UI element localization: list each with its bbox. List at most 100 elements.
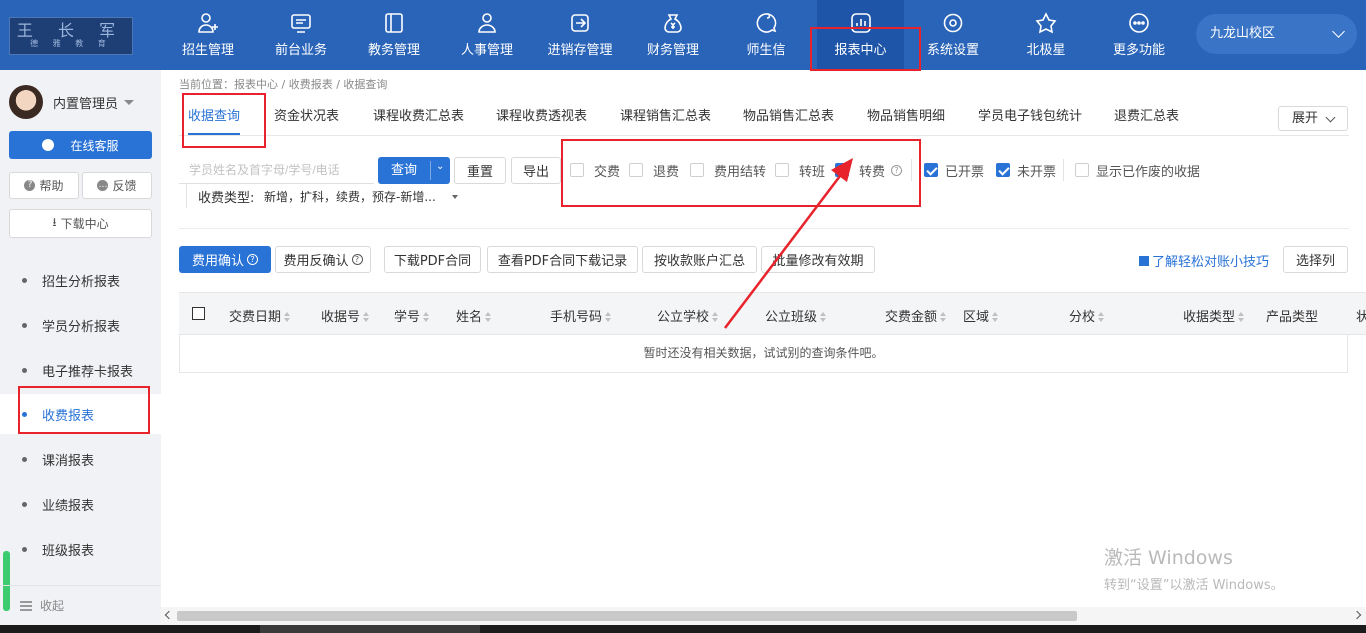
tab-refund-summary[interactable]: 退费汇总表 xyxy=(1114,100,1179,135)
choose-columns-button[interactable]: 选择列 xyxy=(1283,246,1348,273)
logo-text-1: 王 长 军 xyxy=(16,21,126,40)
help-button[interactable]: ? 帮助 xyxy=(9,172,79,199)
column-header[interactable]: 交费日期 xyxy=(229,306,291,325)
tab-fund-status[interactable]: 资金状况表 xyxy=(274,100,339,135)
nav-item-finance[interactable]: 财务管理 xyxy=(631,0,715,70)
empty-state-message: 暂时还没有相关数据，试试别的查询条件吧。 xyxy=(179,335,1348,373)
double-chevron-down-icon[interactable]: ⌄ xyxy=(436,161,446,173)
filter-invoiced-checkbox[interactable]: 已开票 xyxy=(924,161,984,180)
column-header[interactable]: 区域 xyxy=(963,306,999,325)
collapse-sidebar-button[interactable]: 收起 xyxy=(0,585,161,625)
scroll-left-icon[interactable] xyxy=(164,610,174,620)
brand-logo[interactable]: 王 长 军 德 雅 教 育 xyxy=(9,17,133,55)
nav-item-inventory[interactable]: 进销存管理 xyxy=(538,0,622,70)
sidebar-item-label: 电子推荐卡报表 xyxy=(42,364,134,380)
nav-label: 人事管理 xyxy=(460,43,513,58)
tab-course-fee-pivot[interactable]: 课程收费透视表 xyxy=(496,100,587,135)
sort-icon xyxy=(1098,312,1105,322)
column-header[interactable]: 学号 xyxy=(394,306,430,325)
expand-tabs-button[interactable]: 展开 xyxy=(1278,106,1348,131)
reconciliation-tips-link[interactable]: 了解轻松对账小技巧 xyxy=(1139,251,1269,270)
user-menu[interactable]: 内置管理员 xyxy=(9,85,135,119)
column-header[interactable]: 收据号 xyxy=(321,306,370,325)
column-header[interactable]: 收据类型 xyxy=(1183,306,1245,325)
breadcrumb: 当前位置：报表中心 / 收费报表 / 收据查询 xyxy=(179,78,388,91)
tab-course-fee-summary[interactable]: 课程收费汇总表 xyxy=(373,100,464,135)
export-button[interactable]: 导出 xyxy=(511,157,561,184)
column-header[interactable]: 手机号码 xyxy=(550,306,612,325)
column-header[interactable]: 产品类型 xyxy=(1266,306,1318,325)
horizontal-scrollbar[interactable] xyxy=(161,607,1366,625)
column-label: 学号 xyxy=(394,310,421,325)
receipt-type-select[interactable]: 新增，扩科，续费，预存-新增... xyxy=(264,186,458,208)
sort-icon xyxy=(605,312,612,322)
sidebar-item-enrollment-analysis[interactable]: 招生分析报表 xyxy=(0,260,161,300)
column-label: 公立学校 xyxy=(657,310,710,325)
fee-unconfirm-button[interactable]: 费用反确认 ? xyxy=(275,246,371,273)
sort-icon xyxy=(423,312,430,322)
scroll-right-icon[interactable] xyxy=(1352,610,1362,620)
chat-bubble-icon xyxy=(42,139,55,151)
column-label: 收据号 xyxy=(321,310,361,325)
scrollbar-thumb[interactable] xyxy=(177,611,1077,621)
sidebar-item-label: 课消报表 xyxy=(42,453,95,469)
column-header[interactable]: 公立学校 xyxy=(657,306,719,325)
sidebar-item-referral-card[interactable]: 电子推荐卡报表 xyxy=(0,350,161,390)
download-center-button[interactable]: ⭳ 下载中心 xyxy=(9,209,152,238)
tab-wallet-stats[interactable]: 学员电子钱包统计 xyxy=(978,100,1082,135)
pdf-download-log-button[interactable]: 查看PDF合同下载记录 xyxy=(487,246,638,273)
divider xyxy=(186,184,187,208)
watermark-title: 激活 Windows xyxy=(1104,547,1233,569)
sidebar-item-student-analysis[interactable]: 学员分析报表 xyxy=(0,305,161,345)
caret-down-icon xyxy=(124,99,135,105)
column-header[interactable]: 姓名 xyxy=(456,306,492,325)
nav-item-polaris[interactable]: 北极星 xyxy=(1004,0,1088,70)
fee-confirm-button[interactable]: 费用确认 ? xyxy=(179,246,271,273)
nav-item-academics[interactable]: 教务管理 xyxy=(352,0,436,70)
sidebar: 内置管理员 在线客服 ? 帮助 … 反馈 ⭳ 下载中心 招生分析报表 学员分析报… xyxy=(0,70,161,625)
feedback-button[interactable]: … 反馈 xyxy=(82,172,152,199)
help-icon: ? xyxy=(351,254,363,265)
feedback-label: 反馈 xyxy=(112,179,137,193)
column-header[interactable]: 分校 xyxy=(1069,306,1105,325)
windows-activation-watermark: 激活 Windows 转到“设置”以激活 Windows。 xyxy=(1104,543,1284,593)
divider xyxy=(1063,159,1064,181)
chat-icon xyxy=(756,13,777,33)
fee-confirm-label: 费用确认 xyxy=(191,254,244,269)
filter-not-invoiced-checkbox[interactable]: 未开票 xyxy=(996,161,1056,180)
annotation-box-fee-reports xyxy=(18,386,150,434)
tips-label: 了解轻松对账小技巧 xyxy=(1152,255,1270,270)
column-header[interactable]: 状 xyxy=(1356,306,1366,325)
menu-icon xyxy=(20,600,32,611)
reset-button[interactable]: 重置 xyxy=(454,157,506,184)
tab-item-sales-detail[interactable]: 物品销售明细 xyxy=(867,100,945,135)
campus-selector[interactable]: 九龙山校区 xyxy=(1196,14,1357,54)
bullet-icon xyxy=(22,323,27,328)
nav-item-more[interactable]: 更多功能 xyxy=(1097,0,1181,70)
taskbar-app[interactable] xyxy=(260,625,480,633)
column-header[interactable]: 交费金额 xyxy=(885,306,947,325)
nav-item-hr[interactable]: 人事管理 xyxy=(445,0,529,70)
sidebar-item-consumption[interactable]: 课消报表 xyxy=(0,439,161,479)
annotation-box-reports-nav xyxy=(810,27,921,71)
bullet-icon xyxy=(22,547,27,552)
checkbox-checked-icon xyxy=(996,163,1010,177)
nav-item-messaging[interactable]: 师生信 xyxy=(724,0,808,70)
monitor-icon xyxy=(291,14,311,33)
query-button[interactable]: 查询 ⌄ xyxy=(378,157,450,184)
nav-item-settings[interactable]: 系统设置 xyxy=(911,0,995,70)
online-service-button[interactable]: 在线客服 xyxy=(9,131,152,159)
nav-item-enrollment[interactable]: 招生管理 xyxy=(166,0,250,70)
sort-icon xyxy=(1238,312,1245,322)
student-search-input[interactable] xyxy=(179,156,374,184)
column-label: 收据类型 xyxy=(1183,310,1236,325)
column-label: 姓名 xyxy=(456,310,483,325)
download-pdf-button[interactable]: 下载PDF合同 xyxy=(384,246,481,273)
select-all-checkbox[interactable] xyxy=(192,307,205,320)
sidebar-item-performance[interactable]: 业绩报表 xyxy=(0,484,161,524)
filter-show-voided-checkbox[interactable]: 显示已作废的收据 xyxy=(1075,161,1200,180)
sidebar-item-class[interactable]: 班级报表 xyxy=(0,529,161,569)
tab-item-sales-summary[interactable]: 物品销售汇总表 xyxy=(743,100,834,135)
tab-course-sales-summary[interactable]: 课程销售汇总表 xyxy=(620,100,711,135)
nav-item-front-desk[interactable]: 前台业务 xyxy=(259,0,343,70)
